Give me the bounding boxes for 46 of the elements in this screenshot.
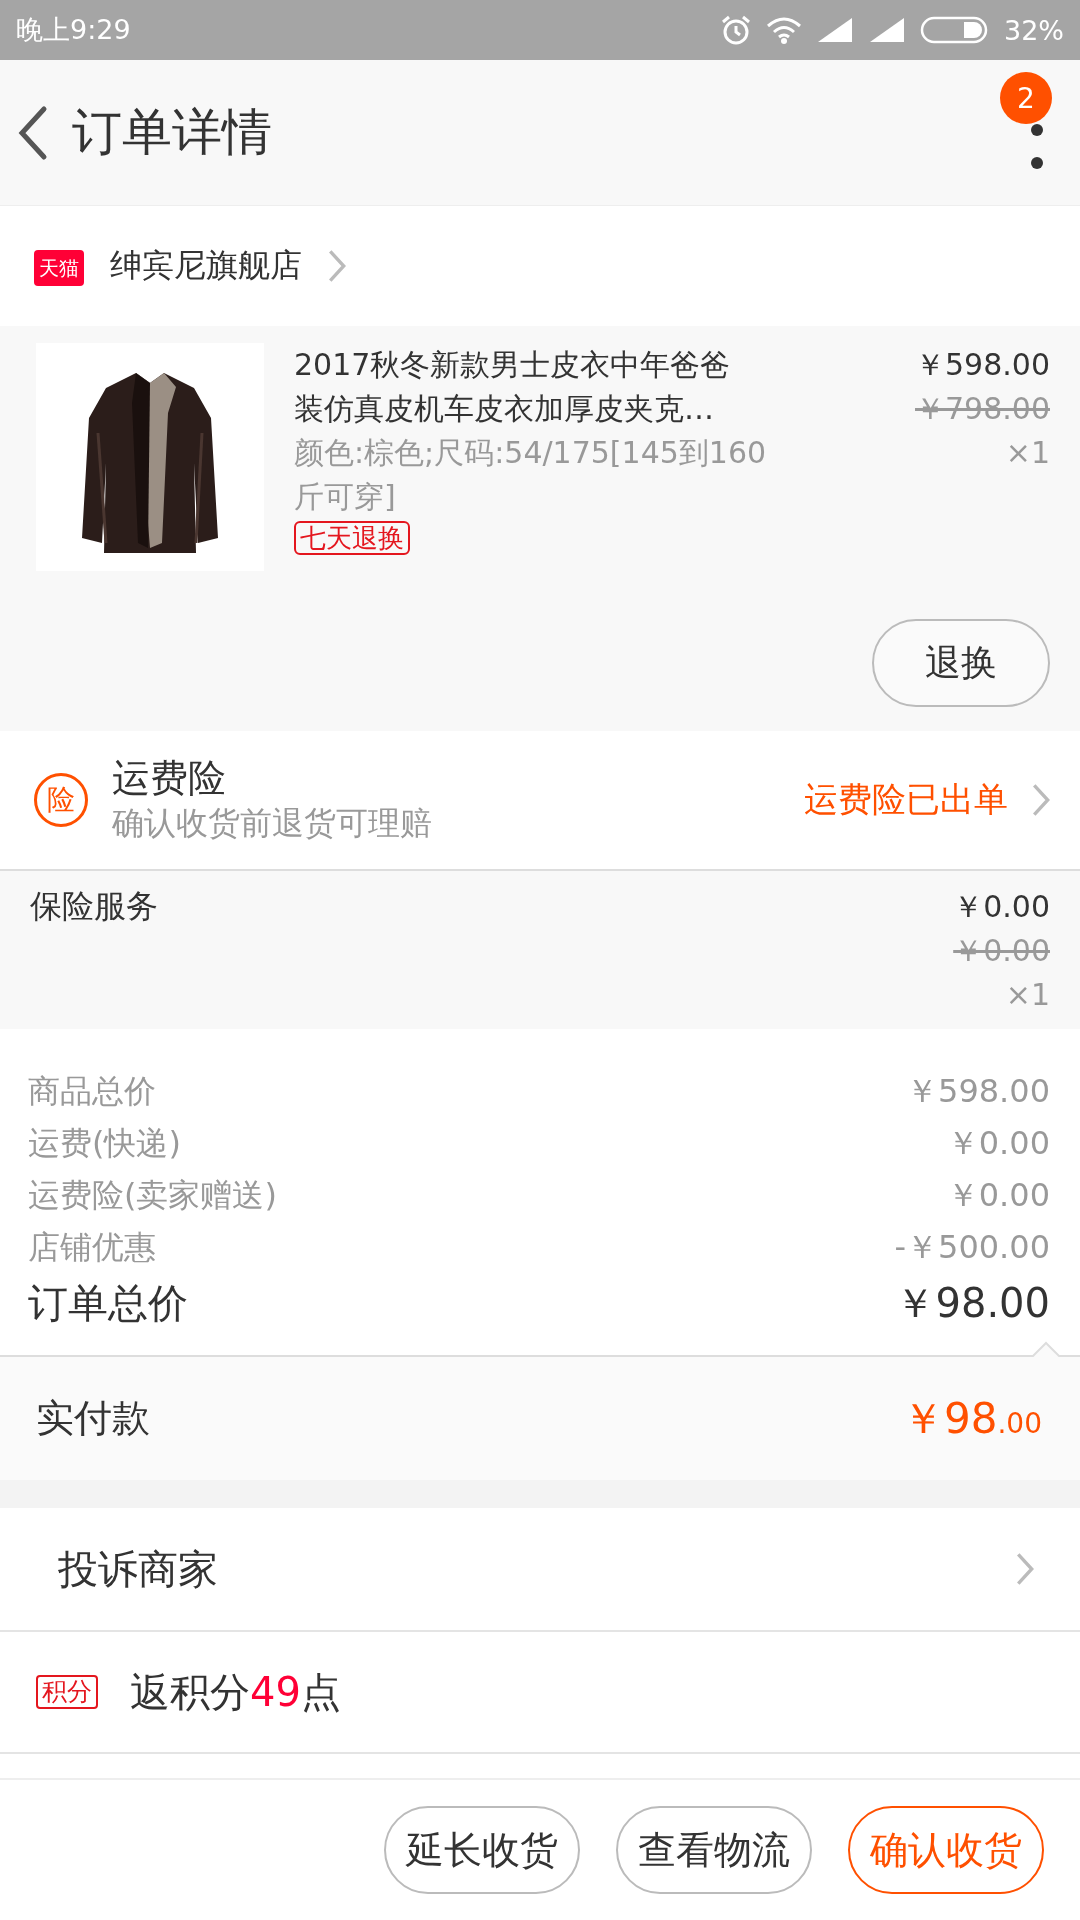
original-price: ￥0.00	[953, 932, 1050, 970]
summary-label: 运费(快递)	[28, 1123, 181, 1164]
paid-amount: ￥98.00	[902, 1392, 1042, 1445]
wifi-icon	[766, 16, 802, 44]
signal-icon	[816, 16, 854, 44]
points-text: 返积分49点	[130, 1667, 341, 1717]
battery-percent: 32%	[1004, 14, 1064, 46]
battery-icon	[920, 16, 990, 44]
summary-label: 店铺优惠	[28, 1227, 156, 1268]
complaint-link[interactable]: 投诉商家	[58, 1541, 218, 1597]
paid-label: 实付款	[36, 1395, 150, 1442]
summary-label: 商品总价	[28, 1071, 156, 1112]
product-title: 装仿真皮机车皮衣加厚皮夹克…	[294, 390, 714, 428]
summary-value: ￥98.00	[895, 1279, 1050, 1328]
summary-value: ￥598.00	[906, 1071, 1050, 1112]
points-badge: 积分	[36, 1675, 98, 1709]
chevron-right-icon	[1016, 1552, 1034, 1586]
insurance-subtitle: 确认收货前退货可理赔	[112, 803, 433, 844]
status-time: 晚上9:29	[16, 13, 131, 47]
insurance-title: 运费险	[112, 755, 227, 801]
return-button[interactable]: 退换	[872, 619, 1050, 707]
product-price: ￥598.00	[915, 346, 1050, 384]
summary-value: ￥0.00	[946, 1175, 1050, 1216]
original-price: ￥798.00	[915, 390, 1050, 428]
signal-icon	[868, 16, 906, 44]
product-spec: 颜色:棕色;尺码:54/175[145到160斤可穿]	[294, 434, 768, 516]
insurance-icon: 险	[34, 773, 88, 827]
store-name[interactable]: 绅宾尼旗舰店	[110, 244, 302, 288]
action-button[interactable]: 延长收货	[384, 1806, 580, 1894]
action-button[interactable]: 查看物流	[616, 1806, 812, 1894]
summary-label: 订单总价	[28, 1279, 188, 1328]
summary-value: ￥0.00	[946, 1123, 1050, 1164]
service-name: 保险服务	[30, 886, 159, 927]
chevron-right-icon	[328, 249, 346, 283]
alarm-clock-icon	[720, 14, 752, 46]
product-title: 2017秋冬新款男士皮衣中年爸爸	[294, 346, 731, 384]
service-price: ￥0.00	[953, 888, 1050, 926]
return-tag: 七天退换	[294, 521, 410, 555]
quantity: ×1	[1005, 976, 1050, 1014]
store-logo: 天猫	[34, 250, 84, 286]
page-title: 订单详情	[72, 102, 273, 163]
notification-badge: 2	[1000, 72, 1052, 124]
chevron-right-icon	[1032, 783, 1050, 817]
summary-label: 运费险(卖家赠送)	[28, 1175, 277, 1216]
summary-value: -￥500.00	[894, 1227, 1050, 1268]
quantity: ×1	[1005, 434, 1050, 472]
